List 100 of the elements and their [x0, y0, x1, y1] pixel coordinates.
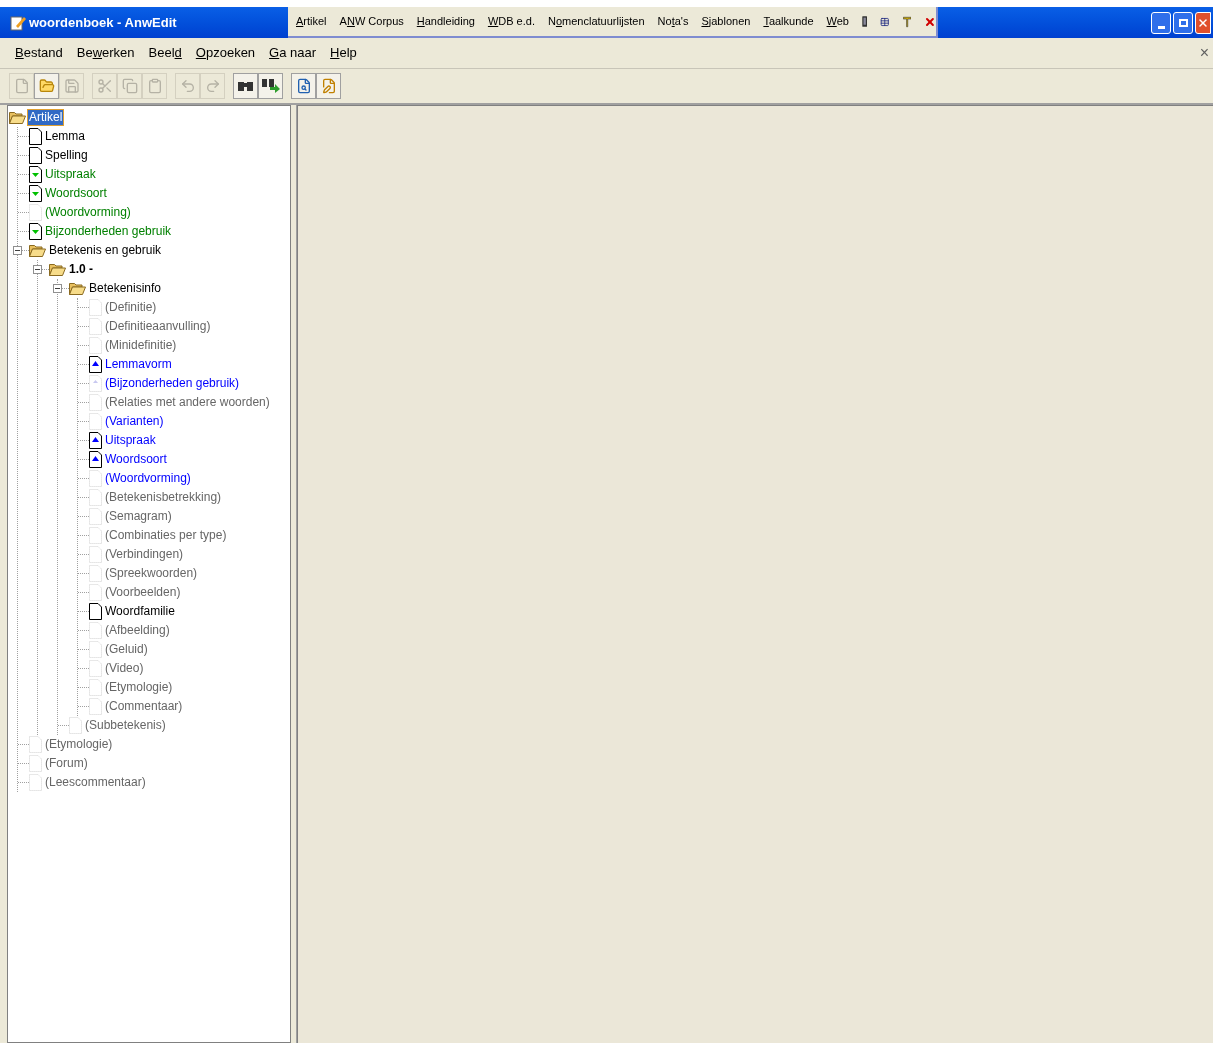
- tree-item[interactable]: Woordsoort: [44, 186, 108, 201]
- title-menu-item[interactable]: Web: [826, 13, 849, 30]
- find-next-button[interactable]: [258, 73, 283, 99]
- folder-icon: [49, 263, 66, 276]
- collapse-toggle[interactable]: [13, 246, 22, 255]
- title-menu-item[interactable]: Sjablonen: [701, 13, 751, 30]
- tree-item[interactable]: Artikel: [28, 110, 64, 125]
- empty-document-icon: [89, 565, 102, 582]
- redo-icon: [204, 78, 221, 94]
- tree-item[interactable]: (Minidefinitie): [104, 338, 178, 353]
- title-menu-item[interactable]: WDB e.d.: [487, 13, 535, 30]
- empty-document-icon: [89, 413, 102, 430]
- title-menu-item[interactable]: ANW Corpus: [339, 13, 404, 30]
- tree-item[interactable]: Lemma: [44, 129, 86, 144]
- folder-icon: [69, 282, 86, 295]
- tree-item[interactable]: (Varianten): [104, 414, 165, 429]
- tree-item[interactable]: (Etymologie): [44, 737, 114, 752]
- title-menu-item[interactable]: Nomenclatuurlijsten: [547, 13, 645, 30]
- restore-button[interactable]: [1173, 11, 1193, 34]
- empty-document-icon: [89, 622, 102, 639]
- document-down-icon: [29, 166, 42, 183]
- tree-item[interactable]: (Geluid): [104, 642, 149, 657]
- document-search-icon: [295, 78, 312, 94]
- minimize-button[interactable]: [1151, 11, 1171, 34]
- tree-item[interactable]: Woordsoort: [104, 452, 168, 467]
- empty-document-icon: [29, 755, 42, 772]
- tree-item[interactable]: (Definitieaanvulling): [104, 319, 212, 334]
- empty-document-icon: [89, 527, 102, 544]
- document-icon: [29, 147, 42, 164]
- empty-document-icon: [89, 679, 102, 696]
- app-icon: [10, 14, 26, 31]
- empty-document-icon: [89, 641, 102, 658]
- tree-item[interactable]: (Voorbeelden): [104, 585, 182, 600]
- folder-icon: [29, 244, 46, 257]
- tree-item[interactable]: (Video): [104, 661, 145, 676]
- folder-icon: [38, 78, 55, 94]
- empty-document-icon: [29, 204, 42, 221]
- empty-document-icon: [89, 546, 102, 563]
- tree-item[interactable]: (Woordvorming): [104, 471, 192, 486]
- empty-document-icon: [69, 717, 82, 734]
- title-menu-item[interactable]: Nota's: [657, 13, 689, 30]
- collapse-toggle[interactable]: [53, 284, 62, 293]
- menu-item[interactable]: Bewerken: [76, 43, 135, 63]
- title-menu-item[interactable]: Artikel: [296, 13, 327, 30]
- tree-item[interactable]: (Subbetekenis): [84, 718, 167, 733]
- tree-item[interactable]: Bijzonderheden gebruik: [44, 224, 173, 239]
- tree-item[interactable]: Betekenis en gebruik: [48, 243, 163, 258]
- tree-item[interactable]: (Afbeelding): [104, 623, 171, 638]
- menu-item[interactable]: Help: [330, 43, 357, 63]
- tree-item[interactable]: (Betekenisbetrekking): [104, 490, 223, 505]
- tree-item[interactable]: Uitspraak: [44, 167, 97, 182]
- tree-item[interactable]: Lemmavorm: [104, 357, 173, 372]
- tree-item[interactable]: Betekenisinfo: [88, 281, 163, 296]
- tree-item[interactable]: (Leescommentaar): [44, 775, 147, 790]
- tree-item[interactable]: (Commentaar): [104, 699, 184, 714]
- clipboard-icon: [146, 78, 163, 94]
- menu-item[interactable]: Ga naar: [269, 43, 317, 63]
- document-down-icon: [29, 223, 42, 240]
- document-icon: [89, 603, 102, 620]
- tree-item[interactable]: (Relaties met andere woorden): [104, 395, 271, 410]
- edit-button[interactable]: [316, 73, 341, 99]
- empty-document-icon: [89, 489, 102, 506]
- empty-document-icon: [89, 470, 102, 487]
- empty-document-icon: [89, 299, 102, 316]
- tree-item[interactable]: (Verbindingen): [104, 547, 185, 562]
- tree-item[interactable]: (Spreekwoorden): [104, 566, 199, 581]
- tree-item[interactable]: (Combinaties per type): [104, 528, 228, 543]
- copy-icon: [121, 78, 138, 94]
- empty-document-icon: [89, 698, 102, 715]
- tree-item[interactable]: Uitspraak: [104, 433, 157, 448]
- tree-item[interactable]: (Definitie): [104, 300, 158, 315]
- window-title: woordenboek - AnwEdit: [29, 13, 178, 32]
- undo-icon: [179, 78, 196, 94]
- close-button[interactable]: [1195, 11, 1211, 34]
- tree-item[interactable]: Woordfamilie: [104, 604, 176, 619]
- tree-item[interactable]: (Woordvorming): [44, 205, 132, 220]
- menu-item[interactable]: Opzoeken: [195, 43, 256, 63]
- open-button[interactable]: [34, 73, 59, 99]
- menu-item[interactable]: Beeld: [148, 43, 182, 63]
- empty-document-icon: [29, 774, 42, 791]
- document-down-icon: [29, 185, 42, 202]
- find-button[interactable]: [233, 73, 258, 99]
- tree-item[interactable]: (Bijzonderheden gebruik): [104, 376, 241, 391]
- empty-document-icon: [29, 736, 42, 753]
- tree-item[interactable]: (Etymologie): [104, 680, 174, 695]
- document-icon: [29, 128, 42, 145]
- preview-button[interactable]: [291, 73, 316, 99]
- tree-item[interactable]: (Forum): [44, 756, 89, 771]
- empty-document-icon: [89, 584, 102, 601]
- title-menu-item[interactable]: Handleiding: [416, 13, 475, 30]
- folder-icon: [9, 111, 26, 124]
- menu-item[interactable]: Bestand: [15, 43, 63, 63]
- menu-close-button[interactable]: ×: [1199, 41, 1209, 65]
- tree-item[interactable]: (Semagram): [104, 509, 173, 524]
- tree-item[interactable]: Spelling: [44, 148, 89, 163]
- title-menu-item[interactable]: Taalkunde: [763, 13, 814, 30]
- collapse-toggle[interactable]: [33, 265, 42, 274]
- save-icon: [63, 78, 80, 94]
- tree-item[interactable]: 1.0 -: [68, 262, 94, 277]
- empty-document-icon: [89, 660, 102, 677]
